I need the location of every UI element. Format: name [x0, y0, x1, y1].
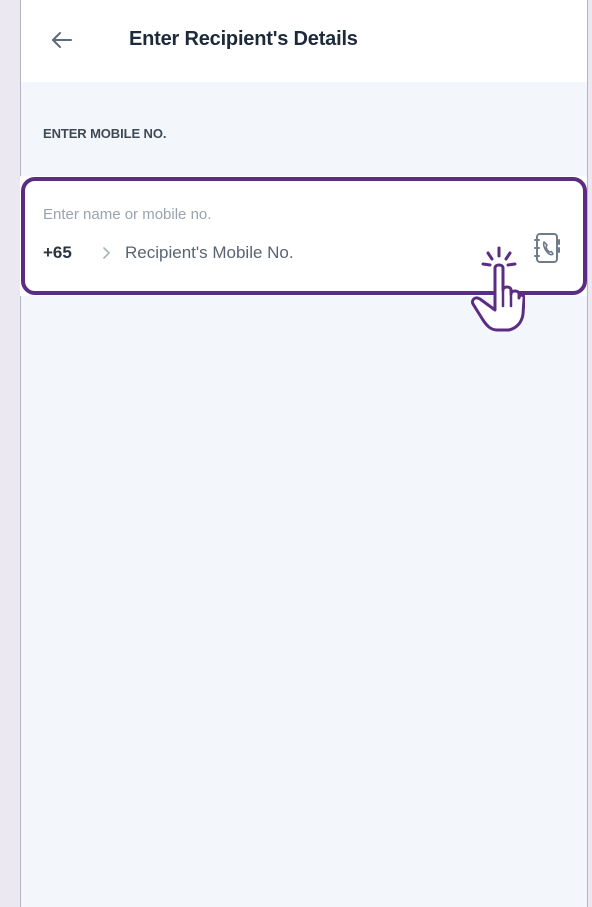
app-header: Enter Recipient's Details [21, 0, 587, 82]
arrow-left-icon[interactable] [47, 26, 75, 54]
section-label-mobile: ENTER MOBILE NO. [43, 126, 167, 141]
recipient-field-hint: Enter name or mobile no. [43, 206, 212, 223]
contact-book-icon[interactable] [533, 232, 563, 264]
chevron-right-icon[interactable] [101, 246, 111, 260]
country-code-selector[interactable]: +65 [43, 243, 72, 263]
page-title: Enter Recipient's Details [129, 28, 358, 50]
recipient-field-card[interactable] [20, 176, 587, 296]
recipient-mobile-input[interactable] [125, 240, 425, 266]
phone-screen: Enter Recipient's Details ENTER MOBILE N… [20, 0, 588, 907]
